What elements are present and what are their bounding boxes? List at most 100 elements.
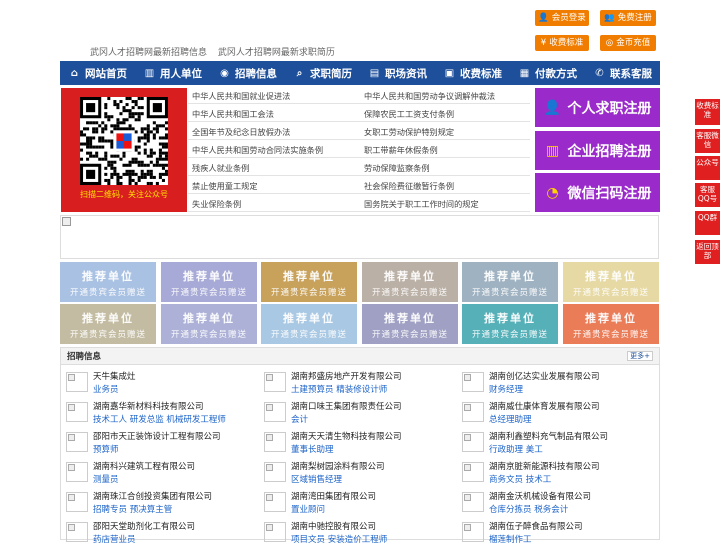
promo-slot[interactable]: 推荐单位 开通贵宾会员赠送 (261, 262, 357, 302)
job-item[interactable]: 湖南邦盛房地产开发有限公司 土建预算员 精装修设计师 (264, 370, 454, 400)
job-positions[interactable]: 董事长助理 (291, 443, 334, 455)
law-link[interactable]: 禁止使用童工规定 (192, 180, 258, 192)
company-name[interactable]: 湖南湾田集团有限公司 (291, 490, 376, 502)
promo-slot[interactable]: 推荐单位 开通贵宾会员赠送 (362, 304, 458, 344)
company-name[interactable]: 湖南科兴建筑工程有限公司 (93, 460, 195, 472)
job-item[interactable]: 湖南嘉华新材料科技有限公司 技术工人 研发总监 机械研发工程师 (66, 400, 256, 430)
nav-item-6[interactable]: ▦ 付款方式 (510, 61, 585, 85)
wechat-register-button[interactable]: ◔ 微信扫码注册 (535, 173, 660, 212)
promo-slot[interactable]: 推荐单位 开通贵宾会员赠送 (563, 262, 659, 302)
job-positions[interactable]: 测量员 (93, 473, 119, 485)
promo-slot[interactable]: 推荐单位 开通贵宾会员赠送 (161, 262, 257, 302)
promo-slot[interactable]: 推荐单位 开通贵宾会员赠送 (462, 262, 558, 302)
nav-item-0[interactable]: ⌂ 网站首页 (60, 61, 135, 85)
company-name[interactable]: 湖南伍子醉食品有限公司 (489, 520, 583, 532)
job-positions[interactable]: 土建预算员 精装修设计师 (291, 383, 387, 395)
job-positions[interactable]: 仓库分拣员 税务会计 (489, 503, 568, 515)
law-link[interactable]: 残疾人就业条例 (192, 162, 249, 174)
company-name[interactable]: 湖南天天清生物科技有限公司 (291, 430, 402, 442)
job-item[interactable]: 湖南中驰控股有限公司 项目文员 安装造价工程师 (264, 520, 454, 550)
company-name[interactable]: 湖南京脏新能源科技有限公司 (489, 460, 600, 472)
law-link[interactable]: 中华人民共和国就业促进法 (192, 90, 290, 102)
law-link[interactable]: 国务院关于职工工作时间的规定 (364, 198, 479, 210)
job-item[interactable]: 湖南天天清生物科技有限公司 董事长助理 (264, 430, 454, 460)
job-item[interactable]: 湖南威仕康体育发展有限公司 总经理助理 (462, 400, 652, 430)
company-name[interactable]: 湖南梨树园涂料有限公司 (291, 460, 385, 472)
side-float-item[interactable]: 公众号 (695, 156, 720, 180)
nav-item-5[interactable]: ▣ 收费标准 (435, 61, 510, 85)
job-item[interactable]: 湖南金沃机械设备有限公司 仓库分拣员 税务会计 (462, 490, 652, 520)
law-link[interactable]: 中华人民共和国劳动争议调解仲裁法 (364, 90, 495, 102)
job-positions[interactable]: 区域销售经理 (291, 473, 342, 485)
job-positions[interactable]: 商务文员 技术工 (489, 473, 551, 485)
job-positions[interactable]: 行政助理 美工 (489, 443, 543, 455)
side-float-item[interactable]: 返回顶部 (695, 240, 720, 264)
job-item[interactable]: 天牛集成灶 业务员 (66, 370, 256, 400)
promo-slot[interactable]: 推荐单位 开通贵宾会员赠送 (362, 262, 458, 302)
job-item[interactable]: 湖南珠江合创投资集团有限公司 招聘专员 预决算主管 (66, 490, 256, 520)
job-item[interactable]: 湖南伍子醉食品有限公司 榴莲制作工 (462, 520, 652, 550)
nav-item-7[interactable]: ✆ 联系客服 (585, 61, 660, 85)
law-link[interactable]: 中华人民共和国劳动合同法实施条例 (192, 144, 323, 156)
law-link[interactable]: 社会保险费征缴暂行条例 (364, 180, 454, 192)
law-link[interactable]: 中华人民共和国工会法 (192, 108, 274, 120)
company-name[interactable]: 湖南金沃机械设备有限公司 (489, 490, 591, 502)
company-name[interactable]: 湖南创亿达实业发展有限公司 (489, 370, 600, 382)
nav-item-3[interactable]: ⌕ 求职简历 (285, 61, 360, 85)
job-item[interactable]: 湖南口味王集团有限责任公司 会计 (264, 400, 454, 430)
company-name[interactable]: 邵阳天堂助剂化工有限公司 (93, 520, 195, 532)
job-positions[interactable]: 榴莲制作工 (489, 533, 532, 545)
promo-slot[interactable]: 推荐单位 开通贵宾会员赠送 (563, 304, 659, 344)
banner-image[interactable] (60, 215, 659, 259)
job-item[interactable]: 邵阳市天正装饰设计工程有限公司 预算师 (66, 430, 256, 460)
side-float-item[interactable]: 客服QQ号 (695, 183, 720, 207)
promo-slot[interactable]: 推荐单位 开通贵宾会员赠送 (60, 304, 156, 344)
nav-item-2[interactable]: ◉ 招聘信息 (210, 61, 285, 85)
side-float-item[interactable]: 客服微信 (695, 129, 720, 153)
latest-jobs-link[interactable]: 武冈人才招聘网最新招聘信息 (90, 48, 207, 58)
job-item[interactable]: 湖南京脏新能源科技有限公司 商务文员 技术工 (462, 460, 652, 490)
job-item[interactable]: 湖南创亿达实业发展有限公司 财务经理 (462, 370, 652, 400)
promo-slot[interactable]: 推荐单位 开通贵宾会员赠送 (261, 304, 357, 344)
fee-standard-button[interactable]: ¥ 收费标准 (535, 35, 589, 51)
law-link[interactable]: 劳动保障监察条例 (364, 162, 430, 174)
company-name[interactable]: 湖南邦盛房地产开发有限公司 (291, 370, 402, 382)
job-item[interactable]: 湖南利鑫塑料充气制品有限公司 行政助理 美工 (462, 430, 652, 460)
promo-slot[interactable]: 推荐单位 开通贵宾会员赠送 (462, 304, 558, 344)
free-register-button[interactable]: 👥 免费注册 (600, 10, 656, 26)
promo-slot[interactable]: 推荐单位 开通贵宾会员赠送 (60, 262, 156, 302)
company-name[interactable]: 湖南中驰控股有限公司 (291, 520, 376, 532)
job-item[interactable]: 湖南湾田集团有限公司 置业顾问 (264, 490, 454, 520)
job-item[interactable]: 湖南科兴建筑工程有限公司 测量员 (66, 460, 256, 490)
promo-slot[interactable]: 推荐单位 开通贵宾会员赠送 (161, 304, 257, 344)
company-name[interactable]: 湖南口味王集团有限责任公司 (291, 400, 402, 412)
job-positions[interactable]: 置业顾问 (291, 503, 325, 515)
member-login-button[interactable]: 👤 会员登录 (535, 10, 589, 26)
company-name[interactable]: 湖南利鑫塑料充气制品有限公司 (489, 430, 608, 442)
job-positions[interactable]: 招聘专员 预决算主管 (93, 503, 172, 515)
latest-resumes-link[interactable]: 武冈人才招聘网最新求职简历 (218, 48, 335, 58)
company-name[interactable]: 湖南威仕康体育发展有限公司 (489, 400, 600, 412)
side-float-item[interactable]: QQ群 (695, 211, 720, 235)
company-name[interactable]: 湖南嘉华新材料科技有限公司 (93, 400, 204, 412)
job-item[interactable]: 湖南梨树园涂料有限公司 区域销售经理 (264, 460, 454, 490)
more-link[interactable]: 更多+ (627, 351, 653, 361)
side-float-item[interactable]: 收费标准 (695, 99, 720, 125)
job-positions[interactable]: 总经理助理 (489, 413, 532, 425)
law-link[interactable]: 全国年节及纪念日放假办法 (192, 126, 290, 138)
job-positions[interactable]: 技术工人 研发总监 机械研发工程师 (93, 413, 226, 425)
company-name[interactable]: 邵阳市天正装饰设计工程有限公司 (93, 430, 221, 442)
company-name[interactable]: 湖南珠江合创投资集团有限公司 (93, 490, 212, 502)
personal-register-button[interactable]: 👤 个人求职注册 (535, 88, 660, 127)
law-link[interactable]: 职工带薪年休假条例 (364, 144, 438, 156)
law-link[interactable]: 失业保险条例 (192, 198, 241, 210)
job-positions[interactable]: 财务经理 (489, 383, 523, 395)
job-positions[interactable]: 预算师 (93, 443, 119, 455)
gold-recharge-button[interactable]: ◎ 金币充值 (600, 35, 656, 51)
law-link[interactable]: 女职工劳动保护特别规定 (364, 126, 454, 138)
company-register-button[interactable]: ▥ 企业招聘注册 (535, 131, 660, 170)
job-item[interactable]: 邵阳天堂助剂化工有限公司 药店营业员 (66, 520, 256, 550)
nav-item-4[interactable]: ▤ 职场资讯 (360, 61, 435, 85)
law-link[interactable]: 保障农民工工资支付条例 (364, 108, 454, 120)
company-name[interactable]: 天牛集成灶 (93, 370, 136, 382)
